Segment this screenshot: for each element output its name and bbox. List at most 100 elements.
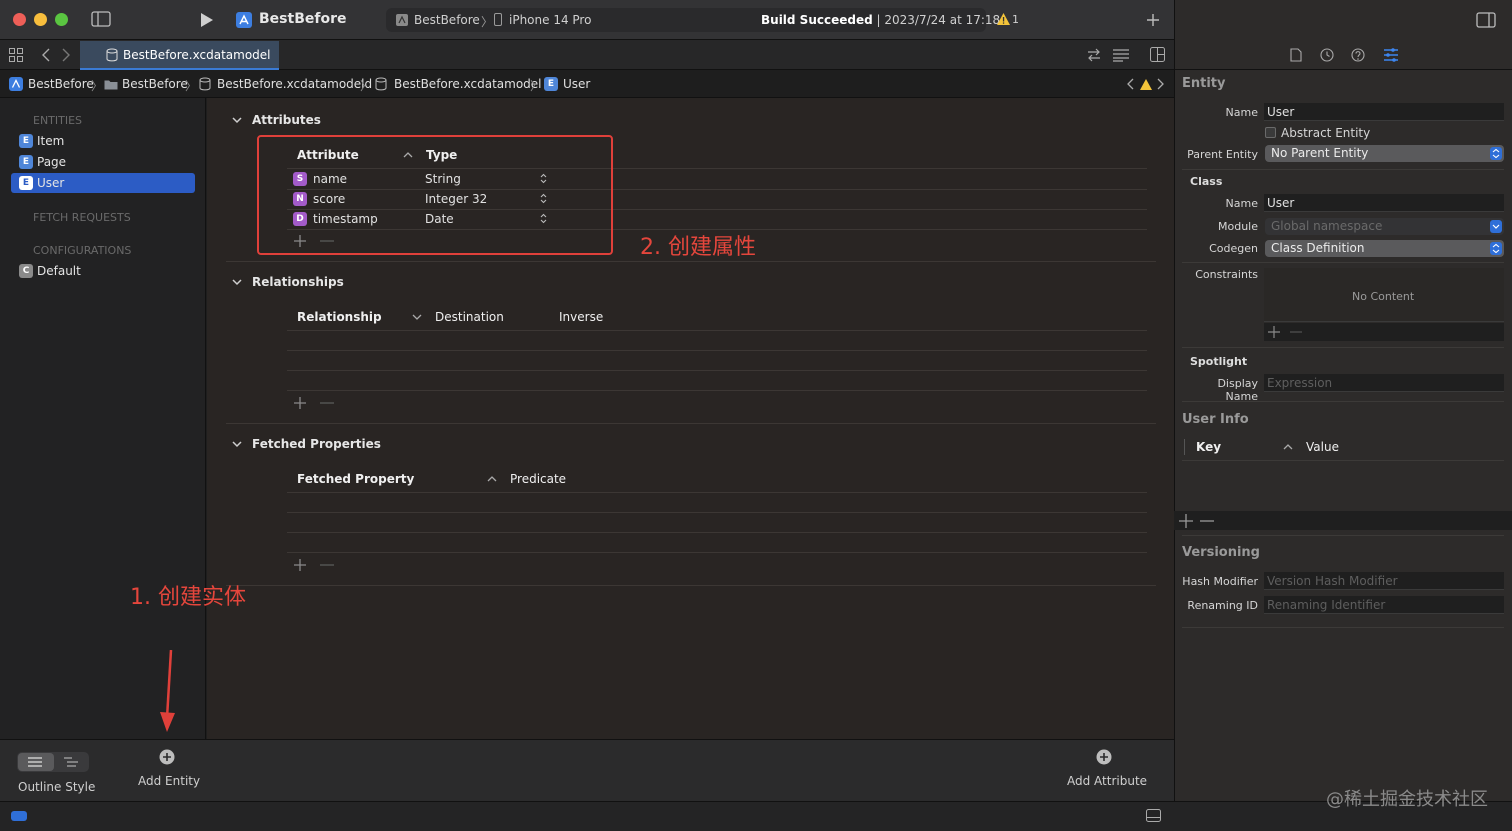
breadcrumb-item[interactable]: User — [563, 77, 590, 91]
sidebar-item-page[interactable]: E Page — [11, 152, 195, 172]
codegen-select[interactable]: Class Definition — [1265, 240, 1504, 257]
class-name-field[interactable]: User — [1264, 194, 1504, 212]
watermark: @稀土掘金技术社区 — [1326, 789, 1488, 810]
breadcrumb-item[interactable]: BestBefore.xcdatamodel — [394, 77, 542, 91]
editor-bottom-bar — [0, 739, 1174, 801]
inverse-column-header[interactable]: Inverse — [559, 310, 603, 324]
annotation-create-entity: 1. 创建实体 — [130, 585, 246, 610]
display-name-field[interactable]: Expression — [1264, 374, 1504, 392]
display-name-label: Display Name — [1217, 377, 1258, 403]
help-question-icon[interactable] — [1351, 48, 1365, 62]
breadcrumb-chevron-icon: 〉 — [91, 79, 104, 93]
breadcrumb-item[interactable]: BestBefore.xcdatamodeld — [217, 77, 372, 91]
class-section-header: Class — [1190, 175, 1223, 188]
select-stepper-icon — [1490, 242, 1502, 255]
collapse-chevron-icon[interactable] — [232, 439, 242, 449]
relationship-column-header[interactable]: Relationship — [297, 310, 382, 324]
parent-entity-label: Parent Entity — [1187, 148, 1258, 161]
panel-toggle-icon[interactable] — [1146, 809, 1161, 822]
spotlight-section-header: Spotlight — [1190, 355, 1248, 368]
scheme-chevron-icon: 〉 — [481, 15, 494, 29]
grid-view-icon[interactable] — [9, 48, 23, 62]
warning-icon[interactable] — [997, 13, 1010, 25]
destination-column-header[interactable]: Destination — [435, 310, 504, 324]
add-attribute-button[interactable]: Add Attribute — [1067, 774, 1147, 788]
build-status: Build Succeeded | 2023/7/24 at 17:18 — [761, 13, 1001, 27]
issue-warning-icon[interactable] — [1140, 79, 1152, 90]
sidebar-item-item[interactable]: E Item — [11, 131, 195, 151]
entity-badge-icon: E — [544, 77, 558, 91]
breadcrumb-item[interactable]: BestBefore — [28, 77, 94, 91]
predicate-column-header[interactable]: Predicate — [510, 472, 566, 486]
add-fetched-property-plus-icon[interactable] — [293, 558, 307, 572]
attributes-sliders-icon[interactable] — [1383, 48, 1399, 62]
configuration-badge-icon: C — [19, 264, 33, 278]
swap-arrows-icon[interactable] — [1087, 48, 1101, 62]
project-name: BestBefore — [259, 11, 347, 27]
debug-area-toggle-icon[interactable] — [11, 811, 27, 821]
datamodeld-icon — [198, 77, 212, 91]
graph-style-icon[interactable] — [64, 757, 78, 767]
remove-relationship-minus-icon[interactable] — [320, 402, 334, 404]
add-entity-plus-icon[interactable] — [159, 749, 175, 765]
add-attribute-plus-icon[interactable] — [1096, 749, 1112, 765]
prev-issue-icon[interactable] — [1126, 78, 1134, 90]
sidebar-item-label: Item — [37, 134, 65, 148]
remove-constraint-minus-icon[interactable] — [1290, 331, 1302, 333]
relationships-section-title: Relationships — [252, 275, 344, 289]
project-app-icon — [236, 12, 252, 28]
table-style-icon[interactable] — [28, 757, 42, 767]
add-plus-icon[interactable] — [1146, 13, 1160, 27]
history-clock-icon[interactable] — [1320, 48, 1334, 62]
entity-badge-icon: E — [19, 176, 33, 190]
renaming-id-field[interactable]: Renaming Identifier — [1264, 596, 1504, 614]
scheme-app-icon — [396, 14, 408, 26]
add-constraint-plus-icon[interactable] — [1268, 326, 1280, 338]
sidebar-toggle-icon[interactable] — [91, 11, 111, 27]
sidebar-item-label: User — [37, 176, 65, 190]
add-relationship-plus-icon[interactable] — [293, 396, 307, 410]
key-column-header[interactable]: Key — [1196, 440, 1221, 454]
sidebar-item-label: Default — [37, 264, 81, 278]
inspector-toggle-icon[interactable] — [1476, 12, 1496, 28]
collapse-chevron-icon[interactable] — [232, 277, 242, 287]
editor-lines-icon[interactable] — [1112, 48, 1130, 62]
breadcrumb-item[interactable]: BestBefore — [122, 77, 188, 91]
next-issue-icon[interactable] — [1157, 78, 1165, 90]
hash-modifier-field[interactable]: Version Hash Modifier — [1264, 572, 1504, 590]
remove-fetched-property-minus-icon[interactable] — [320, 564, 334, 566]
back-chevron-icon[interactable] — [41, 48, 51, 62]
remove-user-info-minus-icon[interactable] — [1200, 520, 1214, 522]
abstract-entity-checkbox[interactable] — [1265, 127, 1276, 138]
breadcrumb-chevron-icon: 〉 — [360, 79, 373, 93]
entity-name-field[interactable]: User — [1264, 103, 1504, 121]
scheme-name[interactable]: BestBefore — [414, 13, 480, 27]
collapse-chevron-icon[interactable] — [232, 115, 242, 125]
forward-chevron-icon[interactable] — [61, 48, 71, 62]
sidebar-item-default[interactable]: C Default — [11, 261, 195, 281]
warning-count[interactable]: 1 — [1012, 13, 1019, 26]
annotation-create-attributes: 2. 创建属性 — [640, 235, 756, 260]
parent-entity-select[interactable]: No Parent Entity — [1265, 145, 1504, 162]
sidebar-item-label: Page — [37, 155, 67, 169]
entity-sidebar — [0, 98, 206, 739]
minimize-window-button[interactable] — [34, 13, 47, 26]
entity-name-label: Name — [1225, 106, 1258, 119]
close-window-button[interactable] — [13, 13, 26, 26]
zoom-window-button[interactable] — [55, 13, 68, 26]
add-user-info-plus-icon[interactable] — [1179, 514, 1193, 528]
tab-label[interactable]: BestBefore.xcdatamodel — [123, 48, 271, 62]
value-column-header[interactable]: Value — [1306, 440, 1339, 454]
add-entity-button[interactable]: Add Entity — [138, 774, 200, 788]
sidebar-item-user[interactable]: E User — [11, 173, 195, 193]
add-editor-icon[interactable] — [1150, 47, 1165, 62]
device-name[interactable]: iPhone 14 Pro — [509, 13, 591, 27]
run-play-icon[interactable] — [200, 12, 214, 28]
user-info-toolbar — [1174, 511, 1512, 530]
breadcrumb-chevron-icon: 〉 — [185, 79, 198, 93]
file-inspector-icon[interactable] — [1290, 48, 1302, 62]
hash-modifier-label: Hash Modifier — [1182, 575, 1258, 588]
module-select[interactable]: Global namespace — [1265, 218, 1504, 235]
annotation-arrow-icon — [157, 650, 179, 734]
fetched-property-column-header[interactable]: Fetched Property — [297, 472, 414, 486]
